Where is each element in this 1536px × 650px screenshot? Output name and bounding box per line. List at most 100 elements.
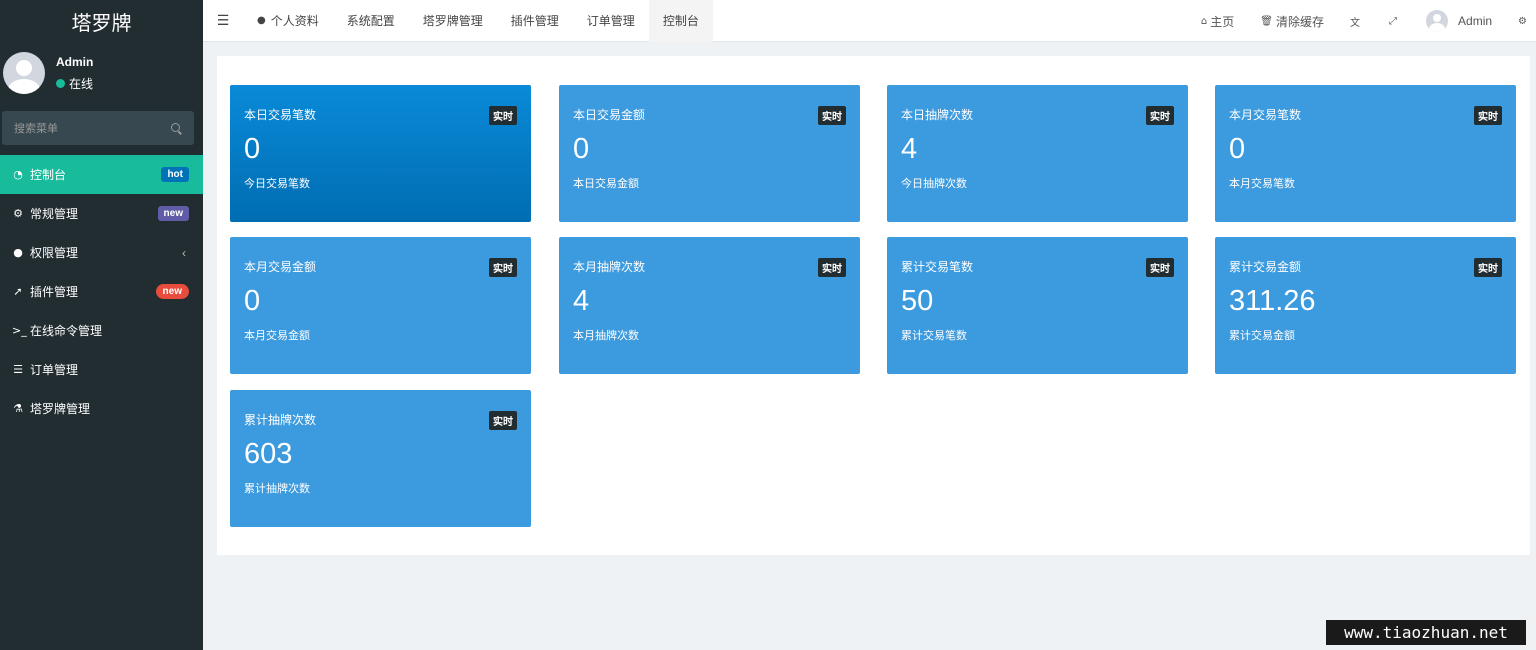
card-value: 4 — [901, 133, 918, 165]
card-title: 本月交易笔数 — [1229, 108, 1302, 122]
user-name: Admin — [56, 54, 94, 69]
clear-cache-button[interactable]: 🗑 清除缓存 — [1260, 13, 1324, 30]
online-dot-icon — [56, 78, 65, 88]
fullscreen-icon: ⤢ — [1389, 15, 1398, 27]
language-icon: 文 — [1350, 17, 1361, 29]
home-link[interactable]: ⌂ 主页 — [1201, 13, 1234, 30]
sidebar-item-tarot[interactable]: ⚗ 塔罗牌管理 — [0, 389, 203, 428]
sidebar-item-label: 在线命令管理 — [30, 324, 103, 338]
watermark: www.tiaozhuan.net — [1326, 620, 1526, 645]
tab-label: 塔罗牌管理 — [422, 14, 483, 28]
sidebar-item-plugins[interactable]: ➚ 插件管理 new — [0, 272, 203, 311]
realtime-badge: 实时 — [489, 411, 517, 430]
user-icon: ● — [257, 15, 266, 26]
card-title: 累计交易笔数 — [901, 260, 974, 274]
realtime-badge: 实时 — [489, 258, 517, 277]
new-badge: new — [157, 206, 189, 221]
stat-card: 本日交易笔数 实时 0 今日交易笔数 — [230, 85, 531, 222]
home-icon: ⌂ — [1200, 15, 1208, 27]
sidebar-item-label: 权限管理 — [30, 246, 79, 260]
card-subtitle: 本月交易金额 — [244, 330, 310, 342]
card-title: 累计交易金额 — [1229, 260, 1302, 274]
card-title: 本日交易笔数 — [244, 108, 317, 122]
tab-profile[interactable]: ● 个人资料 — [243, 0, 333, 42]
sidebar-item-label: 控制台 — [30, 168, 67, 182]
rocket-icon: ➚ — [13, 285, 23, 298]
new-badge: new — [155, 284, 189, 299]
card-title: 本日交易金额 — [573, 108, 646, 122]
user-panel: Admin 在线 — [0, 42, 203, 104]
card-value: 0 — [244, 285, 261, 317]
sidebar-item-general[interactable]: ⚙ 常规管理 new — [0, 194, 203, 233]
card-subtitle: 本日交易金额 — [573, 178, 639, 190]
sidebar-item-command[interactable]: >_ 在线命令管理 — [0, 311, 203, 350]
tab-label: 控制台 — [662, 14, 699, 28]
top-right-toolbar: ⌂ 主页 🗑 清除缓存 文 ⤢ Admin ⚙ — [1201, 0, 1536, 42]
sidebar-item-dashboard[interactable]: ◔ 控制台 hot — [0, 155, 203, 194]
sidebar-menu: ◔ 控制台 hot ⚙ 常规管理 new ● 权限管理 ‹ ➚ 插件管理 new… — [0, 155, 203, 428]
dashboard-icon: ◔ — [13, 168, 23, 181]
card-title: 累计抽牌次数 — [244, 413, 317, 427]
card-subtitle: 本月抽牌次数 — [573, 330, 639, 342]
card-subtitle: 累计交易笔数 — [901, 330, 967, 342]
hot-badge: hot — [161, 167, 189, 182]
search-placeholder: 搜索菜单 — [14, 123, 58, 135]
flask-icon: ⚗ — [13, 402, 23, 415]
stat-card: 本日抽牌次数 实时 4 今日抽牌次数 — [887, 85, 1188, 222]
tab-label: 系统配置 — [346, 14, 395, 28]
stat-card: 累计抽牌次数 实时 603 累计抽牌次数 — [230, 390, 531, 527]
user-menu[interactable]: Admin — [1426, 10, 1492, 32]
tab-plugins[interactable]: 插件管理 — [497, 0, 573, 42]
settings-button[interactable]: ⚙ — [1518, 16, 1530, 27]
realtime-badge: 实时 — [1474, 258, 1502, 277]
fullscreen-button[interactable]: ⤢ — [1389, 16, 1400, 27]
list-icon: ☰ — [13, 363, 23, 376]
user-status-label: 在线 — [69, 76, 94, 91]
stat-card: 本日交易金额 实时 0 本日交易金额 — [559, 85, 860, 222]
cogs-icon: ⚙ — [13, 207, 23, 220]
search-icon[interactable] — [171, 122, 182, 134]
home-label: 主页 — [1210, 14, 1235, 29]
card-title: 本日抽牌次数 — [901, 108, 974, 122]
tab-orders[interactable]: 订单管理 — [573, 0, 649, 42]
card-title: 本月抽牌次数 — [573, 260, 646, 274]
sidebar-item-label: 塔罗牌管理 — [30, 402, 91, 416]
tab-dashboard[interactable]: 控制台 — [648, 0, 713, 42]
menu-toggle-icon[interactable]: ☰ — [203, 0, 243, 42]
card-title: 本月交易金额 — [244, 260, 317, 274]
tab-label: 订单管理 — [586, 14, 635, 28]
terminal-icon: >_ — [12, 324, 27, 337]
tab-label: 个人资料 — [270, 14, 319, 28]
sidebar-item-orders[interactable]: ☰ 订单管理 — [0, 350, 203, 389]
card-value: 603 — [244, 438, 293, 470]
stat-card: 本月抽牌次数 实时 4 本月抽牌次数 — [559, 237, 860, 374]
realtime-badge: 实时 — [489, 106, 517, 125]
card-value: 50 — [901, 285, 934, 317]
sidebar-item-auth[interactable]: ● 权限管理 ‹ — [0, 233, 203, 272]
card-subtitle: 今日抽牌次数 — [901, 178, 967, 190]
avatar — [3, 52, 45, 94]
realtime-badge: 实时 — [818, 258, 846, 277]
app-logo[interactable]: 塔罗牌 — [0, 0, 203, 42]
tab-tarot[interactable]: 塔罗牌管理 — [409, 0, 497, 42]
realtime-badge: 实时 — [1146, 258, 1174, 277]
card-subtitle: 累计交易金额 — [1229, 330, 1295, 342]
stat-card: 累计交易金额 实时 311.26 累计交易金额 — [1215, 237, 1516, 374]
card-subtitle: 本月交易笔数 — [1229, 178, 1295, 190]
card-subtitle: 累计抽牌次数 — [244, 483, 310, 495]
realtime-badge: 实时 — [818, 106, 846, 125]
stat-card: 本月交易金额 实时 0 本月交易金额 — [230, 237, 531, 374]
top-navbar: ☰ ● 个人资料 系统配置 塔罗牌管理 插件管理 订单管理 控制台 ⌂ 主页 🗑… — [203, 0, 1536, 42]
tab-system-config[interactable]: 系统配置 — [333, 0, 409, 42]
user-status: 在线 — [56, 75, 93, 92]
card-value: 0 — [573, 133, 590, 165]
clear-cache-label: 清除缓存 — [1276, 14, 1325, 29]
sidebar-item-label: 常规管理 — [30, 207, 79, 221]
users-icon: ● — [13, 246, 23, 259]
gears-icon: ⚙ — [1518, 15, 1527, 27]
search-input[interactable]: 搜索菜单 — [2, 111, 194, 145]
card-value: 311.26 — [1229, 285, 1316, 317]
language-button[interactable]: 文 — [1350, 14, 1363, 29]
avatar — [1426, 10, 1449, 32]
chevron-left-icon: ‹ — [182, 245, 186, 260]
